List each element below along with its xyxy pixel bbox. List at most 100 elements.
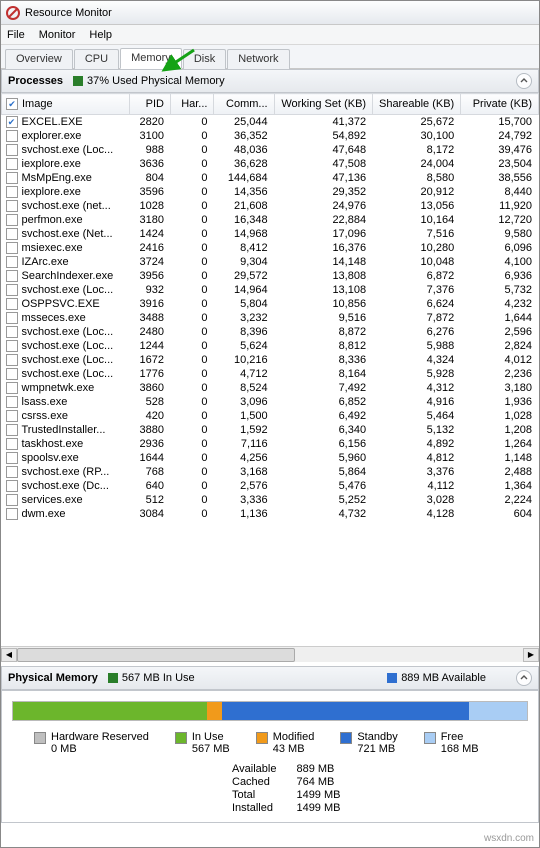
- shareable: 4,128: [373, 507, 461, 521]
- row-checkbox[interactable]: [6, 452, 18, 464]
- collapse-processes-button[interactable]: [516, 73, 532, 89]
- row-checkbox[interactable]: [6, 256, 18, 268]
- col-image[interactable]: ✔Image: [2, 94, 130, 115]
- table-row[interactable]: svchost.exe (Loc...988048,03647,6488,172…: [2, 143, 539, 157]
- table-header-row: ✔Image PID Har... Comm... Working Set (K…: [2, 94, 539, 115]
- working-set: 6,156: [274, 437, 372, 451]
- pid: 3880: [129, 423, 170, 437]
- scroll-track[interactable]: [17, 648, 523, 662]
- row-checkbox[interactable]: [6, 340, 18, 352]
- working-set: 54,892: [274, 129, 372, 143]
- table-row[interactable]: OSPPSVC.EXE391605,80410,8566,6244,232: [2, 297, 539, 311]
- collapse-pm-button[interactable]: [516, 670, 532, 686]
- col-commit[interactable]: Comm...: [214, 94, 274, 115]
- table-row[interactable]: svchost.exe (Loc...1672010,2168,3364,324…: [2, 353, 539, 367]
- table-row[interactable]: MsMpEng.exe8040144,68447,1368,58038,556: [2, 171, 539, 185]
- row-checkbox[interactable]: [6, 172, 18, 184]
- row-checkbox[interactable]: [6, 200, 18, 212]
- processes-header[interactable]: Processes 37% Used Physical Memory: [1, 69, 539, 93]
- table-row[interactable]: spoolsv.exe164404,2565,9604,8121,148: [2, 451, 539, 465]
- scroll-right-button[interactable]: ▶: [523, 648, 539, 662]
- row-checkbox[interactable]: [6, 410, 18, 422]
- table-row[interactable]: dwm.exe308401,1364,7324,128604: [2, 507, 539, 521]
- row-checkbox[interactable]: [6, 424, 18, 436]
- tab-memory[interactable]: Memory: [120, 48, 182, 69]
- row-checkbox[interactable]: [6, 298, 18, 310]
- tab-overview[interactable]: Overview: [5, 49, 73, 69]
- commit: 5,624: [214, 339, 274, 353]
- row-checkbox[interactable]: [6, 158, 18, 170]
- tab-network[interactable]: Network: [227, 49, 289, 69]
- table-row[interactable]: msiexec.exe241608,41216,37610,2806,096: [2, 241, 539, 255]
- row-checkbox[interactable]: ✔: [6, 116, 18, 128]
- row-checkbox[interactable]: [6, 494, 18, 506]
- table-row[interactable]: svchost.exe (Dc...64002,5765,4764,1121,3…: [2, 479, 539, 493]
- row-checkbox[interactable]: [6, 186, 18, 198]
- stat-label: Available: [232, 763, 276, 775]
- pid: 3488: [129, 311, 170, 325]
- tab-disk[interactable]: Disk: [183, 49, 226, 69]
- row-checkbox[interactable]: [6, 242, 18, 254]
- table-row[interactable]: iexplore.exe3636036,62847,50824,00423,50…: [2, 157, 539, 171]
- process-name: svchost.exe (Dc...: [22, 480, 109, 492]
- menu-help[interactable]: Help: [89, 29, 112, 41]
- hard: 0: [170, 465, 214, 479]
- table-row[interactable]: svchost.exe (Loc...177604,7128,1645,9282…: [2, 367, 539, 381]
- table-row[interactable]: wmpnetwk.exe386008,5247,4924,3123,180: [2, 381, 539, 395]
- table-row[interactable]: iexplore.exe3596014,35629,35220,9128,440: [2, 185, 539, 199]
- table-row[interactable]: svchost.exe (Net...1424014,96817,0967,51…: [2, 227, 539, 241]
- scroll-thumb[interactable]: [17, 648, 295, 662]
- row-checkbox[interactable]: [6, 130, 18, 142]
- row-checkbox[interactable]: [6, 228, 18, 240]
- col-workingset[interactable]: Working Set (KB): [274, 94, 372, 115]
- table-row[interactable]: svchost.exe (net...1028021,60824,97613,0…: [2, 199, 539, 213]
- row-checkbox[interactable]: [6, 214, 18, 226]
- table-row[interactable]: svchost.exe (RP...76803,1685,8643,3762,4…: [2, 465, 539, 479]
- menu-monitor[interactable]: Monitor: [39, 29, 76, 41]
- row-checkbox[interactable]: [6, 326, 18, 338]
- menu-file[interactable]: File: [7, 29, 25, 41]
- row-checkbox[interactable]: [6, 466, 18, 478]
- table-row[interactable]: taskhost.exe293607,1166,1564,8921,264: [2, 437, 539, 451]
- physical-memory-header[interactable]: Physical Memory 567 MB In Use 889 MB Ava…: [1, 666, 539, 690]
- col-private[interactable]: Private (KB): [461, 94, 539, 115]
- row-checkbox[interactable]: [6, 438, 18, 450]
- table-row[interactable]: IZArc.exe372409,30414,14810,0484,100: [2, 255, 539, 269]
- tab-cpu[interactable]: CPU: [74, 49, 119, 69]
- table-row[interactable]: svchost.exe (Loc...124405,6248,8125,9882…: [2, 339, 539, 353]
- row-checkbox[interactable]: [6, 284, 18, 296]
- stat-value: 1499 MB: [296, 789, 340, 801]
- table-row[interactable]: services.exe51203,3365,2523,0282,224: [2, 493, 539, 507]
- row-checkbox[interactable]: [6, 368, 18, 380]
- pid: 3956: [129, 269, 170, 283]
- processes-stat: 37% Used Physical Memory: [73, 75, 506, 87]
- private: 39,476: [461, 143, 539, 157]
- table-row[interactable]: msseces.exe348803,2329,5167,8721,644: [2, 311, 539, 325]
- table-row[interactable]: svchost.exe (Loc...932014,96413,1087,376…: [2, 283, 539, 297]
- titlebar: Resource Monitor: [1, 1, 539, 25]
- col-hard[interactable]: Har...: [170, 94, 214, 115]
- table-row[interactable]: svchost.exe (Loc...248008,3968,8726,2762…: [2, 325, 539, 339]
- table-row[interactable]: lsass.exe52803,0966,8524,9161,936: [2, 395, 539, 409]
- table-row[interactable]: perfmon.exe3180016,34822,88410,16412,720: [2, 213, 539, 227]
- table-row[interactable]: explorer.exe3100036,35254,89230,10024,79…: [2, 129, 539, 143]
- legend-free: Free168 MB: [424, 731, 479, 755]
- table-row[interactable]: csrss.exe42001,5006,4925,4641,028: [2, 409, 539, 423]
- row-checkbox[interactable]: [6, 354, 18, 366]
- select-all-checkbox[interactable]: ✔: [6, 98, 18, 110]
- shareable: 4,324: [373, 353, 461, 367]
- table-row[interactable]: TrustedInstaller...388001,5926,3405,1321…: [2, 423, 539, 437]
- row-checkbox[interactable]: [6, 144, 18, 156]
- row-checkbox[interactable]: [6, 270, 18, 282]
- col-shareable[interactable]: Shareable (KB): [373, 94, 461, 115]
- row-checkbox[interactable]: [6, 508, 18, 520]
- table-row[interactable]: ✔EXCEL.EXE2820025,04441,37225,67215,700: [2, 115, 539, 130]
- horizontal-scrollbar[interactable]: ◀ ▶: [1, 646, 539, 662]
- row-checkbox[interactable]: [6, 382, 18, 394]
- row-checkbox[interactable]: [6, 312, 18, 324]
- col-pid[interactable]: PID: [129, 94, 170, 115]
- row-checkbox[interactable]: [6, 480, 18, 492]
- scroll-left-button[interactable]: ◀: [1, 648, 17, 662]
- table-row[interactable]: SearchIndexer.exe3956029,57213,8086,8726…: [2, 269, 539, 283]
- row-checkbox[interactable]: [6, 396, 18, 408]
